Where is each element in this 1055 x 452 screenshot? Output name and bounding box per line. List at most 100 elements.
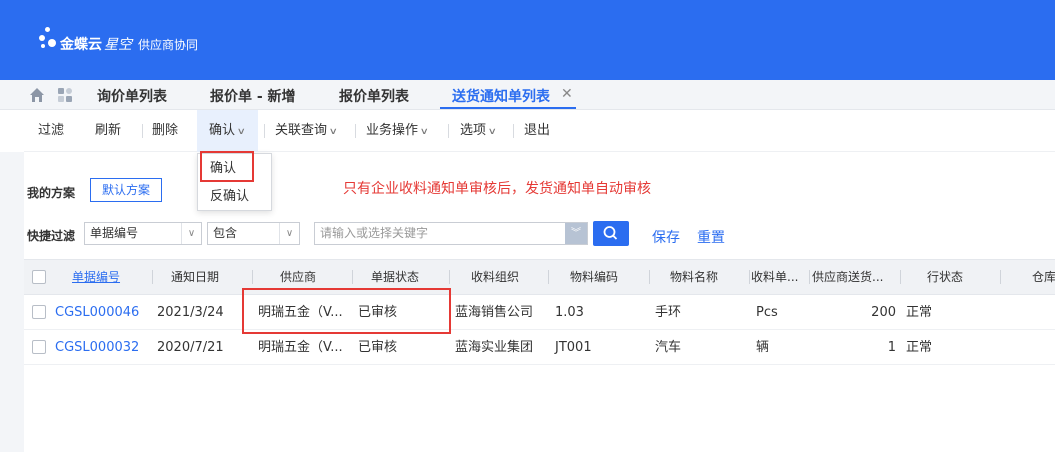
quick-filter-label: 快捷过滤	[27, 229, 76, 243]
bill-status-cell: 已审核	[358, 340, 398, 355]
material-code-cell: 1.03	[555, 305, 584, 320]
confirm-menu-button[interactable]: 确认 ∨	[197, 110, 258, 152]
confirm-menu-label: 确认	[209, 123, 236, 138]
table-row[interactable]: CGSL000032 2020/7/21 明瑞五金（V... 已审核 蓝海实业集…	[24, 330, 1055, 365]
toolbar-divider	[264, 124, 265, 138]
brand-sub: 星空	[104, 37, 132, 53]
row-checkbox[interactable]	[32, 340, 46, 354]
material-name-cell: 手环	[655, 305, 682, 320]
column-header-material-name[interactable]: 物料名称	[670, 260, 718, 294]
keyword-input[interactable]: 请输入或选择关键字 ︾	[314, 222, 588, 245]
column-divider	[1000, 270, 1001, 284]
annotation-note: 只有企业收料通知单审核后，发货通知单自动审核	[343, 181, 651, 197]
column-divider	[252, 270, 253, 284]
table-header: 单据编号 通知日期 供应商 单据状态 收料组织 物料编码 物料名称 收料单...…	[24, 259, 1055, 295]
tab-quotation-list[interactable]: 报价单列表	[339, 86, 409, 106]
column-header-material-code[interactable]: 物料编码	[570, 260, 618, 294]
options-label: 选项	[460, 123, 487, 138]
active-tab-indicator	[440, 107, 576, 109]
column-divider	[749, 270, 750, 284]
tab-bar: 询价单列表 报价单 - 新增 报价单列表 送货通知单列表	[0, 80, 1055, 110]
home-icon[interactable]	[28, 86, 46, 104]
table-row[interactable]: CGSL000046 2021/3/24 明瑞五金（V... 已审核 蓝海销售公…	[24, 295, 1055, 330]
tab-delivery-notice-list[interactable]: 送货通知单列表	[452, 86, 550, 106]
column-header-warehouse[interactable]: 仓库	[1032, 260, 1055, 294]
select-all-checkbox[interactable]	[32, 270, 46, 284]
column-header-receiving-org[interactable]: 收料组织	[471, 260, 519, 294]
brand-name: 金蝶云	[60, 37, 102, 53]
kingdee-logo-icon	[37, 27, 57, 51]
row-status-cell: 正常	[906, 340, 933, 355]
filter-field-select[interactable]: 单据编号 ∨	[84, 222, 202, 245]
column-header-row-status[interactable]: 行状态	[927, 260, 963, 294]
double-chevron-down-icon[interactable]: ︾	[565, 223, 587, 244]
filter-field-value: 单据编号	[90, 226, 139, 240]
column-header-bill-no[interactable]: 单据编号	[72, 260, 120, 294]
supplier-delivery-qty-cell: 1	[887, 340, 896, 355]
search-icon	[603, 226, 618, 240]
annotation-box-status	[242, 288, 451, 334]
chevron-down-icon: ∨	[328, 127, 338, 137]
brand-title: 金蝶云 星空 供应商协同	[60, 34, 198, 54]
column-divider	[449, 270, 450, 284]
receiving-org-cell: 蓝海销售公司	[455, 305, 534, 320]
chevron-down-icon: ∨	[487, 127, 497, 137]
search-button[interactable]	[593, 221, 629, 246]
top-banner: 金蝶云 星空 供应商协同	[0, 0, 1055, 80]
left-gutter	[0, 152, 24, 452]
toolbar-divider	[513, 124, 514, 138]
column-divider	[352, 270, 353, 284]
tab-inquiry-list[interactable]: 询价单列表	[97, 86, 167, 106]
column-header-receiving-unit[interactable]: 收料单...	[751, 260, 798, 294]
close-tab-icon[interactable]: ✕	[561, 86, 573, 102]
apps-icon[interactable]	[56, 86, 74, 104]
reset-link[interactable]: 重置	[697, 227, 725, 247]
default-scheme-button[interactable]: 默认方案	[90, 178, 162, 202]
toolbar: 过滤 刷新 删除 确认 ∨ 关联查询 ∨ 业务操作 ∨ 选项 ∨ 退出	[24, 110, 1055, 152]
business-ops-label: 业务操作	[366, 123, 419, 138]
receiving-unit-cell: 辆	[756, 340, 770, 355]
filter-operator-value: 包含	[213, 226, 238, 240]
supplier-delivery-qty-cell: 200	[871, 305, 896, 320]
material-name-cell: 汽车	[655, 340, 682, 355]
chevron-down-icon: ∨	[236, 127, 246, 137]
row-checkbox[interactable]	[32, 305, 46, 319]
filter-operator-select[interactable]: 包含 ∨	[207, 222, 300, 245]
material-code-cell: JT001	[555, 340, 592, 355]
notice-date-cell: 2021/3/24	[157, 305, 224, 320]
filter-button[interactable]: 过滤	[38, 110, 64, 152]
save-scheme-link[interactable]: 保存	[652, 227, 680, 247]
toolbar-divider	[355, 124, 356, 138]
annotation-box-confirm	[200, 151, 254, 182]
receiving-org-cell: 蓝海实业集团	[455, 340, 534, 355]
toolbar-divider	[142, 124, 143, 138]
supplier-cell: 明瑞五金（V...	[258, 340, 343, 355]
row-status-cell: 正常	[906, 305, 933, 320]
related-query-menu-button[interactable]: 关联查询 ∨	[275, 110, 338, 152]
options-menu-button[interactable]: 选项 ∨	[460, 110, 497, 152]
bill-no-link[interactable]: CGSL000046	[55, 295, 139, 330]
refresh-button[interactable]: 刷新	[95, 110, 121, 152]
related-query-label: 关联查询	[275, 123, 328, 138]
chevron-down-icon: ∨	[419, 127, 429, 137]
toolbar-divider	[448, 124, 449, 138]
column-header-supplier-delivery[interactable]: 供应商送货...	[812, 260, 883, 294]
column-header-notice-date[interactable]: 通知日期	[171, 260, 219, 294]
chevron-down-icon: ∨	[181, 223, 201, 244]
delete-button[interactable]: 删除	[152, 110, 178, 152]
column-divider	[649, 270, 650, 284]
product-name: 供应商协同	[138, 38, 199, 52]
my-scheme-label: 我的方案	[27, 186, 76, 200]
column-divider	[152, 270, 153, 284]
notice-date-cell: 2020/7/21	[157, 340, 224, 355]
column-divider	[809, 270, 810, 284]
chevron-down-icon: ∨	[279, 223, 299, 244]
column-divider	[548, 270, 549, 284]
bill-no-link[interactable]: CGSL000032	[55, 330, 139, 365]
exit-button[interactable]: 退出	[524, 110, 550, 152]
tab-quotation-new[interactable]: 报价单 - 新增	[210, 86, 296, 106]
receiving-unit-cell: Pcs	[756, 305, 778, 320]
menu-item-unconfirm[interactable]: 反确认	[198, 184, 271, 209]
business-ops-menu-button[interactable]: 业务操作 ∨	[366, 110, 429, 152]
keyword-placeholder: 请输入或选择关键字	[320, 226, 429, 240]
